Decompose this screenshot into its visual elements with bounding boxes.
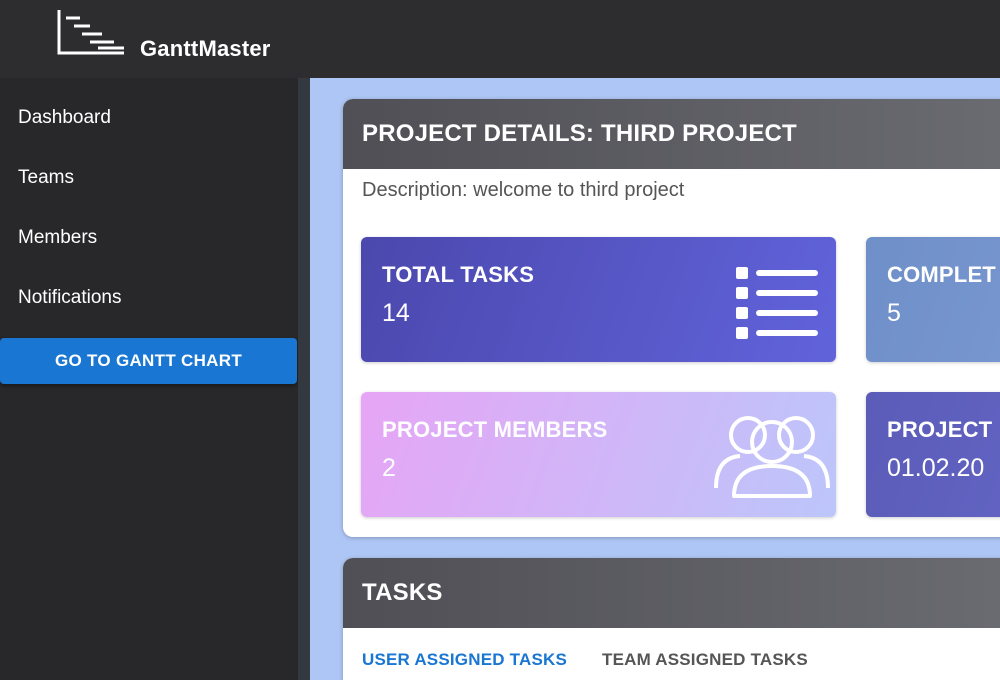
- sidebar-item-dashboard[interactable]: Dashboard: [18, 107, 111, 129]
- total-tasks-stat: TOTAL TASKS 14: [361, 237, 836, 362]
- total-tasks-label: TOTAL TASKS: [382, 262, 535, 287]
- project-members-label: PROJECT MEMBERS: [382, 417, 608, 442]
- sidebar-item-members[interactable]: Members: [18, 227, 97, 249]
- project-details-title: PROJECT DETAILS: THIRD PROJECT: [343, 99, 1000, 169]
- project-members-value: 2: [382, 454, 396, 482]
- top-app-bar: GanttMaster: [0, 0, 1000, 78]
- project-members-stat: PROJECT MEMBERS 2: [361, 392, 836, 517]
- sidebar-item-teams[interactable]: Teams: [18, 167, 74, 189]
- tab-team-assigned-tasks[interactable]: TEAM ASSIGNED TASKS: [602, 650, 808, 670]
- total-tasks-value: 14: [382, 299, 410, 327]
- tasks-title: TASKS: [343, 558, 1000, 628]
- completed-tasks-value: 5: [887, 299, 901, 327]
- completed-tasks-label: COMPLET: [887, 262, 996, 287]
- group-icon: [714, 416, 830, 498]
- sidebar-divider: [298, 78, 310, 680]
- completed-tasks-stat: COMPLET 5: [866, 237, 1000, 362]
- tasks-card: TASKS USER ASSIGNED TASKS TEAM ASSIGNED …: [343, 558, 1000, 680]
- app-title: GanttMaster: [140, 36, 271, 61]
- project-details-card: PROJECT DETAILS: THIRD PROJECT Descripti…: [343, 99, 1000, 537]
- project-date-stat: PROJECT 01.02.20: [866, 392, 1000, 517]
- gantt-logo-icon: [57, 10, 124, 55]
- tab-user-assigned-tasks[interactable]: USER ASSIGNED TASKS: [362, 650, 567, 670]
- list-icon: [736, 267, 818, 339]
- go-to-gantt-chart-button[interactable]: GO TO GANTT CHART: [0, 338, 297, 384]
- project-date-label: PROJECT: [887, 417, 993, 442]
- project-description: Description: welcome to third project: [362, 179, 685, 201]
- sidebar-item-notifications[interactable]: Notifications: [18, 287, 122, 309]
- project-date-value: 01.02.20: [887, 454, 985, 482]
